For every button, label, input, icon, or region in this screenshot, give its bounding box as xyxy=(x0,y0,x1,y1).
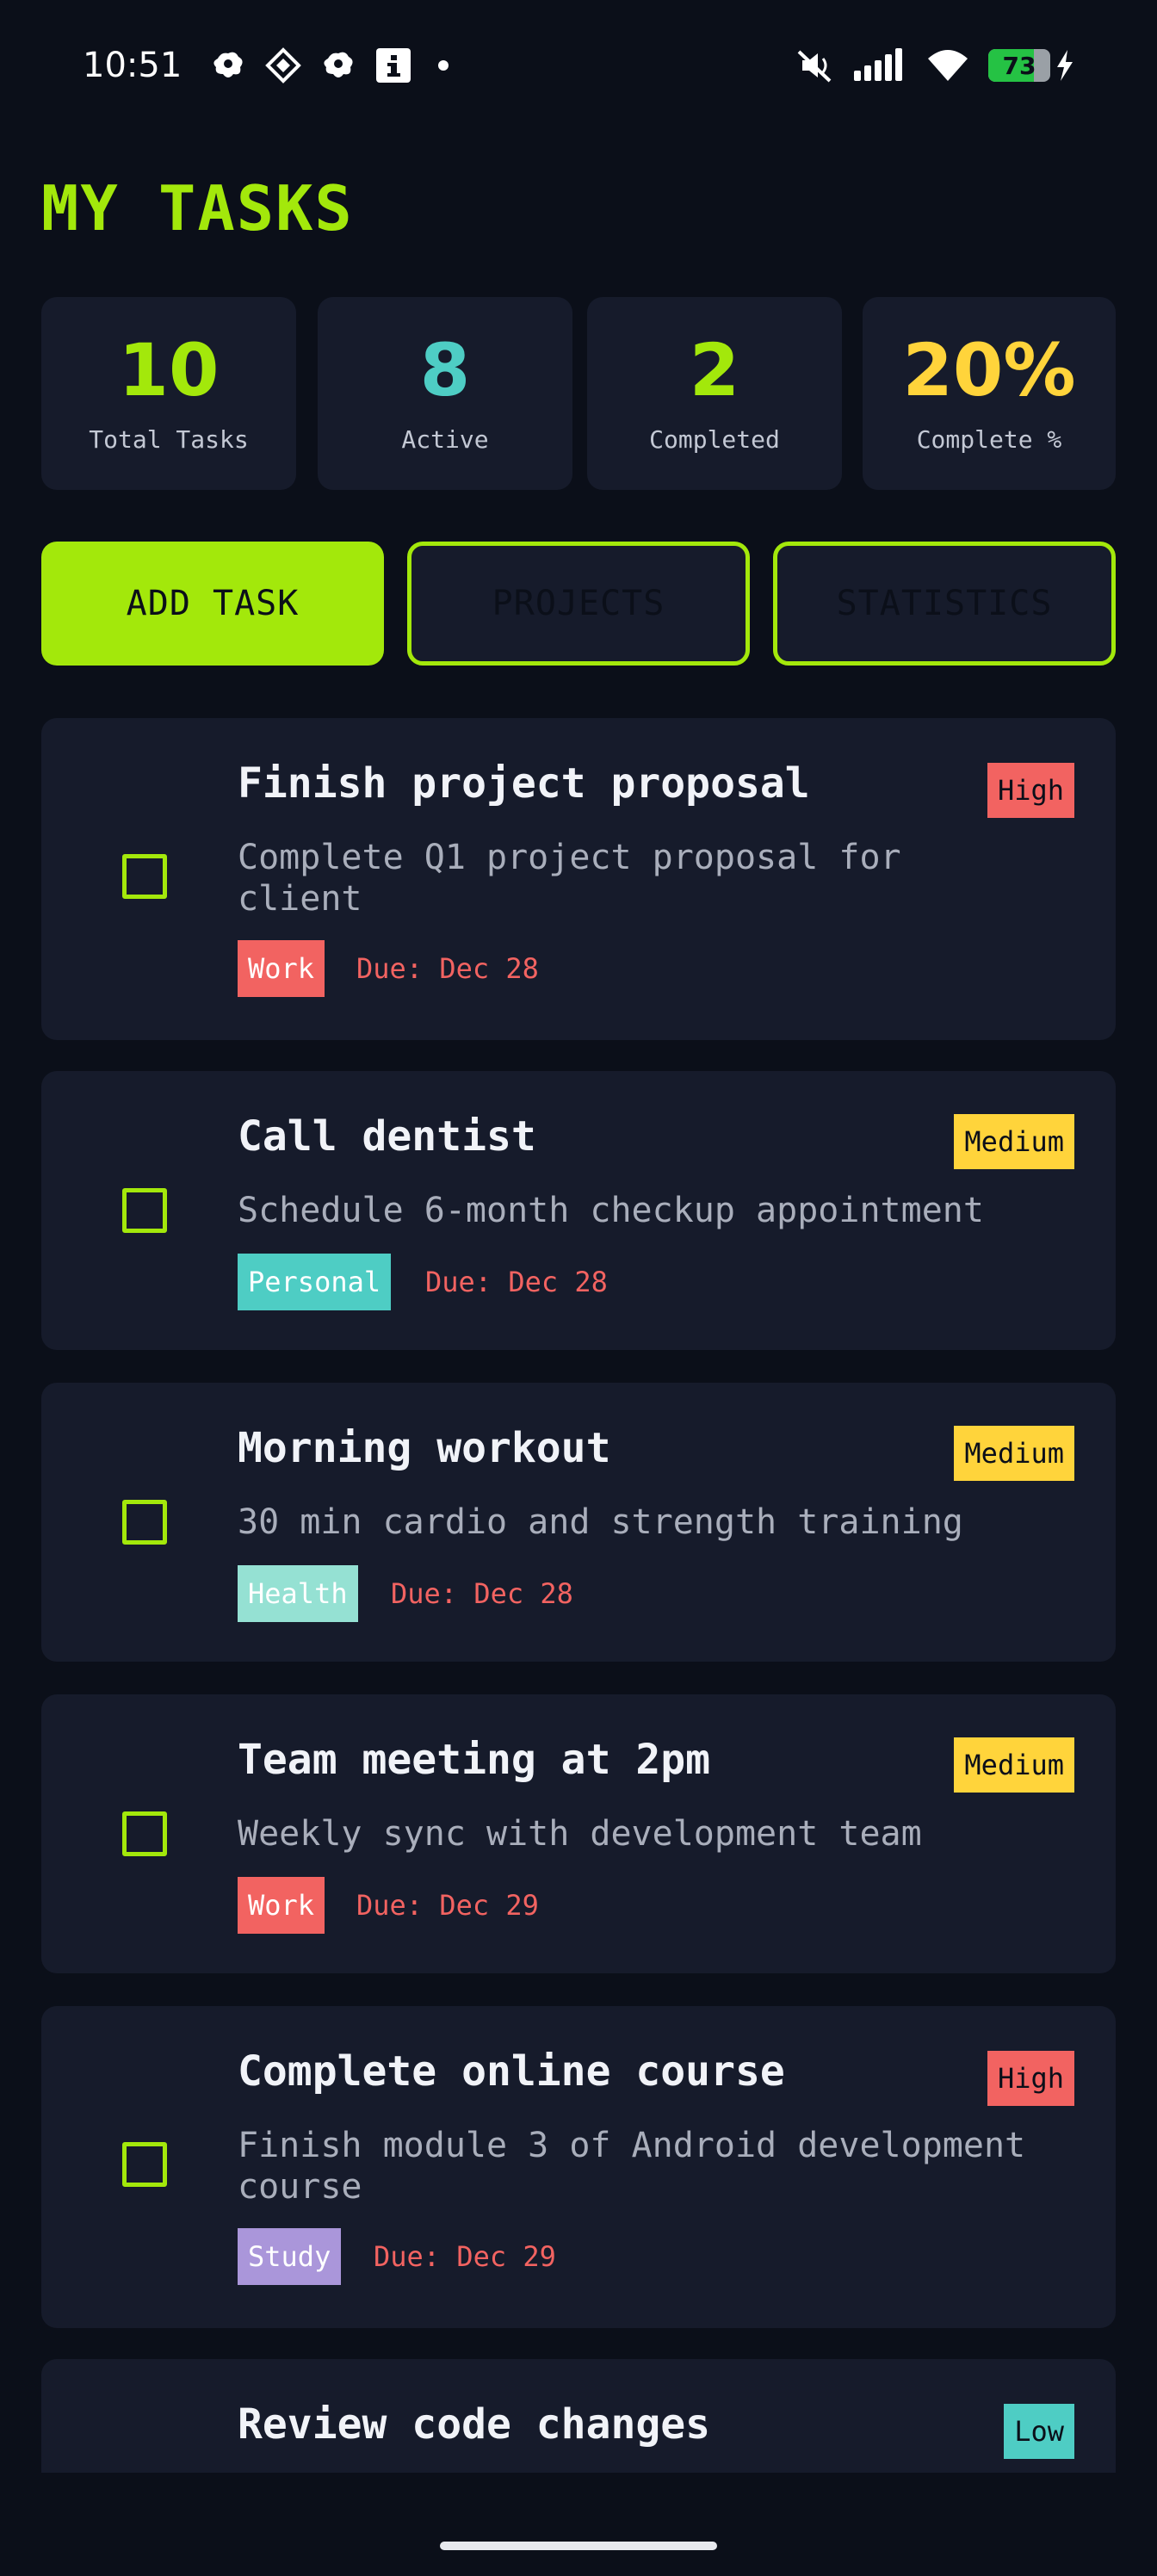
task-description: Schedule 6-month checkup appointment xyxy=(238,1191,984,1230)
category-tag: Work xyxy=(238,940,325,997)
home-indicator[interactable] xyxy=(440,2542,717,2550)
task-title: Team meeting at 2pm xyxy=(238,1736,711,1784)
task-card[interactable]: Team meeting at 2pm Medium Weekly sync w… xyxy=(41,1694,1116,1973)
task-list[interactable]: Finish project proposal High Complete Q1… xyxy=(41,718,1116,2473)
stat-card-total: 10 Total Tasks xyxy=(41,297,296,490)
category-tag: Study xyxy=(238,2228,342,2285)
task-checkbox[interactable] xyxy=(122,1500,167,1545)
task-title: Complete online course xyxy=(238,2047,785,2096)
mute-icon xyxy=(795,46,833,84)
stat-label: Active xyxy=(401,424,489,454)
status-left: 10:51 xyxy=(83,46,449,85)
stat-label: Total Tasks xyxy=(89,424,249,454)
category-tag: Personal xyxy=(238,1254,392,1310)
more-notifications-dot-icon xyxy=(438,60,449,71)
category-tag: Health xyxy=(238,1565,358,1622)
stat-card-complete-percent: 20% Complete % xyxy=(863,297,1116,490)
task-card[interactable]: Finish project proposal High Complete Q1… xyxy=(41,718,1116,1040)
due-date: Due: Dec 29 xyxy=(374,2240,556,2273)
priority-badge: High xyxy=(987,2051,1074,2106)
projects-button[interactable]: PROJECTS xyxy=(407,542,750,666)
stat-label: Complete % xyxy=(916,424,1062,454)
task-title: Call dentist xyxy=(238,1112,536,1161)
task-description: Weekly sync with development team xyxy=(238,1814,922,1854)
signal-icon xyxy=(852,46,907,84)
priority-badge: Medium xyxy=(954,1737,1074,1793)
task-description: Finish module 3 of Android development c… xyxy=(238,2126,1026,2207)
task-checkbox[interactable] xyxy=(122,2142,167,2187)
stat-value: 10 xyxy=(118,327,220,412)
task-card[interactable]: Call dentist Medium Schedule 6-month che… xyxy=(41,1071,1116,1350)
category-tag: Work xyxy=(238,1877,325,1934)
task-card[interactable]: Complete online course High Finish modul… xyxy=(41,2006,1116,2328)
priority-badge: Low xyxy=(1004,2404,1074,2459)
charging-icon xyxy=(1054,46,1074,84)
status-right: 73 xyxy=(795,46,1074,84)
task-checkbox[interactable] xyxy=(122,854,167,899)
due-date: Due: Dec 29 xyxy=(356,1889,539,1922)
task-checkbox[interactable] xyxy=(122,1188,167,1233)
stat-value: 2 xyxy=(689,327,740,412)
notification-app-icon xyxy=(209,46,247,84)
stat-value: 8 xyxy=(419,327,471,412)
wifi-icon xyxy=(926,46,969,84)
add-task-button[interactable]: ADD TASK xyxy=(41,542,384,666)
task-card[interactable]: Morning workout Medium 30 min cardio and… xyxy=(41,1383,1116,1662)
task-title: Morning workout xyxy=(238,1424,611,1472)
stat-value: 20% xyxy=(902,327,1076,412)
stat-label: Completed xyxy=(649,424,780,454)
stat-card-completed: 2 Completed xyxy=(587,297,842,490)
stats-row: 10 Total Tasks 8 Active 2 Completed 20% … xyxy=(41,297,1116,490)
info-app-icon xyxy=(374,46,412,84)
battery-percentage: 73 xyxy=(1002,51,1036,80)
task-checkbox[interactable] xyxy=(122,1811,167,1856)
stat-card-active: 8 Active xyxy=(318,297,572,490)
page-title: MY TASKS xyxy=(41,172,354,245)
status-bar: 10:51 73 xyxy=(0,0,1157,131)
task-card[interactable]: Review code changes Low xyxy=(41,2359,1116,2473)
task-title: Finish project proposal xyxy=(238,759,810,808)
notification-app-icon xyxy=(319,46,357,84)
priority-badge: Medium xyxy=(954,1426,1074,1481)
task-title: Review code changes xyxy=(238,2400,711,2449)
due-date: Due: Dec 28 xyxy=(425,1266,608,1298)
due-date: Due: Dec 28 xyxy=(356,952,539,985)
status-time: 10:51 xyxy=(83,46,183,85)
priority-badge: High xyxy=(987,763,1074,818)
priority-badge: Medium xyxy=(954,1114,1074,1169)
due-date: Due: Dec 28 xyxy=(391,1577,573,1610)
task-description: 30 min cardio and strength training xyxy=(238,1502,963,1542)
statistics-button[interactable]: STATISTICS xyxy=(773,542,1116,666)
task-description: Complete Q1 project proposal for client xyxy=(238,838,901,919)
battery-icon: 73 xyxy=(988,49,1050,82)
diamond-app-icon xyxy=(264,46,302,84)
